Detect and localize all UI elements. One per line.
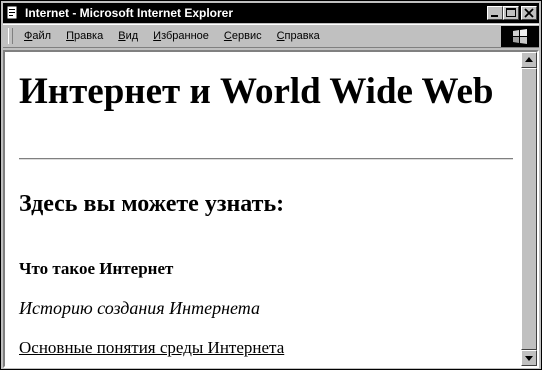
maximize-button[interactable] bbox=[503, 6, 519, 20]
menu-tools-accel: С bbox=[223, 30, 232, 42]
close-button[interactable] bbox=[521, 6, 537, 20]
menu-tools-label: ервис bbox=[231, 30, 262, 42]
ie-page-icon[interactable] bbox=[6, 5, 20, 20]
menu-help[interactable]: Справка bbox=[277, 29, 320, 43]
menu-file-label: айл bbox=[32, 30, 52, 42]
item-italic: Историю создания Интернета bbox=[19, 298, 260, 318]
window-title: Internet - Microsoft Internet Explorer bbox=[25, 6, 234, 20]
menu-view[interactable]: Вид bbox=[118, 29, 138, 43]
maximize-icon bbox=[506, 8, 516, 17]
scroll-up-arrow-icon bbox=[525, 57, 533, 62]
menu-favorites-accel: И bbox=[153, 30, 162, 42]
vertical-scrollbar[interactable] bbox=[521, 52, 537, 366]
menu-edit[interactable]: Правка bbox=[66, 29, 103, 43]
menu-help-accel: С bbox=[276, 30, 285, 42]
menu-favorites-label: збранное bbox=[161, 30, 209, 42]
menu-view-accel: В bbox=[118, 30, 126, 42]
minimize-icon bbox=[491, 15, 498, 17]
title-bar[interactable]: Internet - Microsoft Internet Explorer bbox=[3, 3, 539, 23]
minimize-button[interactable] bbox=[487, 6, 503, 20]
close-icon bbox=[524, 8, 534, 18]
item-bold: Что такое Интернет bbox=[19, 259, 174, 278]
menu-favorites[interactable]: Избранное bbox=[153, 29, 209, 43]
menu-edit-label: равка bbox=[73, 30, 104, 42]
menu-items: Файл Правка Вид Избранное Сервис Справка bbox=[24, 29, 335, 43]
scroll-down-button[interactable] bbox=[521, 350, 537, 366]
content-area: Интернет и World Wide Web Здесь вы может… bbox=[3, 50, 539, 368]
web-page: Интернет и World Wide Web Здесь вы может… bbox=[9, 52, 521, 366]
throbber bbox=[501, 26, 539, 47]
scroll-thumb[interactable] bbox=[521, 68, 537, 350]
horizontal-rule bbox=[19, 158, 513, 160]
menu-view-label: ид bbox=[125, 30, 139, 42]
menu-file[interactable]: Файл bbox=[24, 29, 51, 43]
scroll-up-button[interactable] bbox=[521, 52, 537, 68]
menu-bar: Файл Правка Вид Избранное Сервис Справка bbox=[3, 24, 539, 48]
page-subheading: Здесь вы можете узнать: bbox=[19, 191, 285, 217]
toolbar-grip[interactable] bbox=[8, 28, 13, 44]
menu-help-label: правка bbox=[284, 30, 320, 42]
item-link[interactable]: Основные понятия среды Интернета bbox=[19, 337, 284, 359]
windows-logo-icon bbox=[513, 29, 527, 44]
menu-edit-accel: П bbox=[66, 30, 74, 42]
browser-window: Internet - Microsoft Internet Explorer Ф… bbox=[0, 0, 542, 370]
scroll-down-arrow-icon bbox=[525, 356, 533, 361]
menu-tools[interactable]: Сервис bbox=[224, 29, 262, 43]
page-heading: Интернет и World Wide Web bbox=[19, 71, 494, 112]
